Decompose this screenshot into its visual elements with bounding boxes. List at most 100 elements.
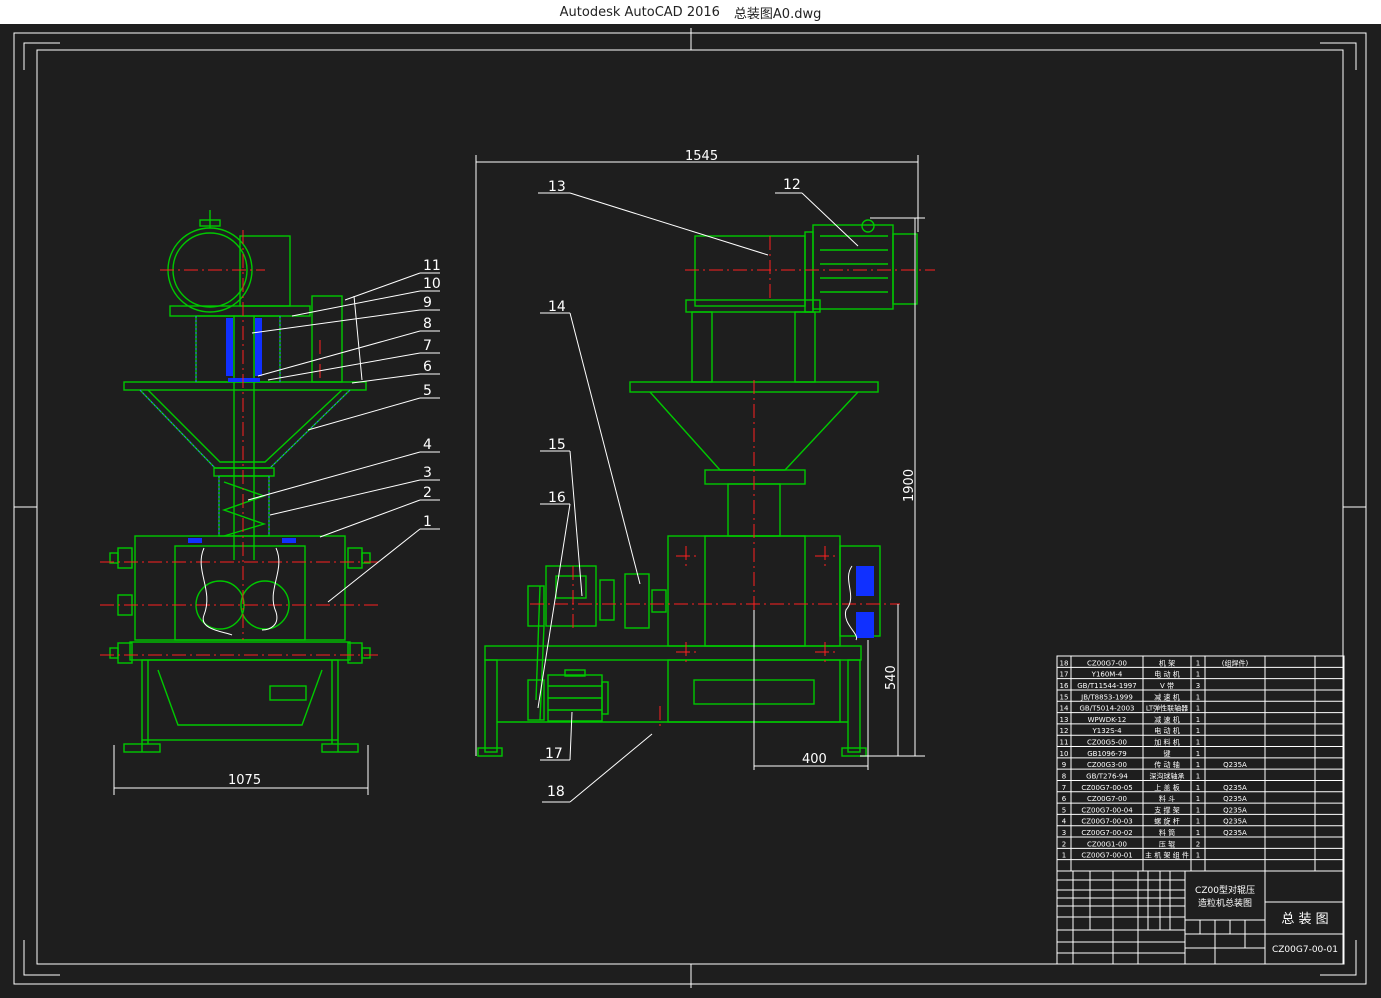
bom-cell-qty: 1 xyxy=(1196,705,1200,713)
bom-cell-code: CZ00G7-00 xyxy=(1087,795,1127,803)
bom-cell-material: Q235A xyxy=(1223,795,1247,803)
bom-cell-code: GB/T5014-2003 xyxy=(1079,705,1134,713)
bom-cell-no: 5 xyxy=(1062,806,1066,814)
bom-cell-qty: 1 xyxy=(1196,693,1200,701)
window-title-bar: Autodesk AutoCAD 2016 总装图A0.dwg xyxy=(0,0,1381,24)
bom-cell-name: 减 速 机 xyxy=(1154,715,1179,724)
bom-cell-no: 14 xyxy=(1060,705,1069,713)
label-10: 10 xyxy=(423,276,441,292)
bom-cell-code: CZ00G7-00-03 xyxy=(1081,818,1132,826)
bom-cell-name: V 带 xyxy=(1160,682,1174,690)
bom-cell-no: 8 xyxy=(1062,772,1066,780)
drawing-name: 总 装 图 xyxy=(1281,912,1328,927)
bom-cell-code: CZ00G5-00 xyxy=(1087,739,1127,747)
label-17: 17 xyxy=(545,746,563,762)
bom-cell-code: Y132S-4 xyxy=(1091,727,1122,735)
bom-cell-no: 18 xyxy=(1060,659,1069,667)
bom-cell-code: Y160M-4 xyxy=(1091,671,1123,679)
bom-cell-qty: 1 xyxy=(1196,659,1200,667)
bom-cell-qty: 1 xyxy=(1196,750,1200,758)
bom-cell-code: CZ00G7-00-01 xyxy=(1081,852,1132,860)
project-title-line2: 造粒机总装图 xyxy=(1198,897,1252,909)
bom-cell-code: CZ00G3-00 xyxy=(1087,761,1127,769)
bom-cell-no: 2 xyxy=(1062,840,1066,848)
label-11: 11 xyxy=(423,258,441,274)
bom-cell-name: 键 xyxy=(1164,749,1171,758)
label-18: 18 xyxy=(547,784,565,800)
label-12: 12 xyxy=(783,177,801,193)
bom-cell-name: 压 辊 xyxy=(1159,839,1175,848)
bom-cell-qty: 1 xyxy=(1196,784,1200,792)
bom-cell-qty: 1 xyxy=(1196,795,1200,803)
bom-cell-name: 电 动 机 xyxy=(1154,726,1179,735)
app-name: Autodesk AutoCAD 2016 xyxy=(559,4,720,20)
bom-cell-name: 螺 旋 杆 xyxy=(1154,817,1179,826)
bom-cell-qty: 1 xyxy=(1196,852,1200,860)
bom-cell-name: 料 筒 xyxy=(1159,828,1175,837)
bom-cell-name: 主 机 架 组 件 xyxy=(1145,851,1189,860)
bom-cell-qty: 1 xyxy=(1196,671,1200,679)
dim-text-1075: 1075 xyxy=(228,773,261,788)
bom-cell-code: CZ00G1-00 xyxy=(1087,840,1127,848)
bom-cell-qty: 1 xyxy=(1196,772,1200,780)
bom-cell-qty: 1 xyxy=(1196,727,1200,735)
bom-cell-no: 4 xyxy=(1062,818,1067,826)
label-13: 13 xyxy=(548,179,566,195)
bom-cell-no: 7 xyxy=(1062,784,1066,792)
bom-cell-name: 电 动 机 xyxy=(1154,670,1179,679)
bom-cell-name: 上 盖 板 xyxy=(1154,783,1179,792)
bom-cell-material: Q235A xyxy=(1223,818,1247,826)
bom-cell-material: Q235A xyxy=(1223,761,1247,769)
label-6: 6 xyxy=(423,359,432,375)
label-7: 7 xyxy=(423,338,432,354)
bom-cell-qty: 1 xyxy=(1196,739,1200,747)
bom-cell-qty: 1 xyxy=(1196,818,1200,826)
bom-cell-no: 11 xyxy=(1060,739,1069,747)
bom-cell-qty: 3 xyxy=(1196,682,1200,690)
bom-cell-no: 15 xyxy=(1060,693,1069,701)
bom-cell-no: 10 xyxy=(1060,750,1069,758)
bom-cell-no: 12 xyxy=(1060,727,1069,735)
bom-cell-name: 传 动 轴 xyxy=(1154,760,1179,769)
drawing-canvas[interactable]: 11 10 9 8 7 6 5 4 3 2 1 1075 13 12 14 15… xyxy=(0,24,1381,998)
bom-cell-name: 料 斗 xyxy=(1159,794,1175,803)
bom-cell-name: 支 撑 架 xyxy=(1154,805,1179,814)
bom-cell-name: 加 料 机 xyxy=(1154,738,1179,747)
bom-cell-name: 机 架 xyxy=(1159,658,1175,667)
label-15: 15 xyxy=(548,437,566,453)
bom-cell-code: GB/T11544-1997 xyxy=(1077,682,1136,690)
bom-cell-qty: 1 xyxy=(1196,716,1200,724)
label-9: 9 xyxy=(423,295,432,311)
bom-cell-qty: 1 xyxy=(1196,761,1200,769)
bom-cell-name: 减 速 机 xyxy=(1154,692,1179,701)
bom-cell-no: 3 xyxy=(1062,829,1066,837)
dim-text-1545: 1545 xyxy=(685,149,718,164)
label-16: 16 xyxy=(548,490,566,506)
drawing-number: CZ00G7-00-01 xyxy=(1272,945,1338,955)
bom-cell-code: CZ00G7-00 xyxy=(1087,659,1127,667)
bom-cell-name: LT弹性联轴器 xyxy=(1146,704,1188,713)
label-1: 1 xyxy=(423,514,432,530)
bom-cell-material: (组焊件) xyxy=(1222,658,1249,667)
bom-cell-material: Q235A xyxy=(1223,784,1247,792)
label-5: 5 xyxy=(423,383,432,399)
bom-cell-material: Q235A xyxy=(1223,829,1247,837)
dim-text-400: 400 xyxy=(802,752,827,767)
bom-cell-no: 1 xyxy=(1062,852,1066,860)
bom-cell-no: 6 xyxy=(1062,795,1067,803)
bom-cell-code: GB/T276-94 xyxy=(1086,772,1128,780)
bom-cell-no: 13 xyxy=(1060,716,1069,724)
bom-cell-no: 16 xyxy=(1060,682,1069,690)
bom-cell-qty: 1 xyxy=(1196,806,1200,814)
dim-text-540: 540 xyxy=(884,665,899,690)
bom-cell-code: GB1096-79 xyxy=(1087,750,1126,758)
bom-cell-code: CZ00G7-00-04 xyxy=(1081,806,1133,814)
label-4: 4 xyxy=(423,437,432,453)
bom-cell-code: WPWDK-12 xyxy=(1088,716,1127,724)
bom-cell-code: CZ00G7-00-05 xyxy=(1081,784,1132,792)
label-3: 3 xyxy=(423,465,432,481)
file-name: 总装图A0.dwg xyxy=(733,6,822,22)
bom-cell-no: 9 xyxy=(1062,761,1066,769)
label-2: 2 xyxy=(423,485,432,501)
bom-cell-no: 17 xyxy=(1060,671,1069,679)
